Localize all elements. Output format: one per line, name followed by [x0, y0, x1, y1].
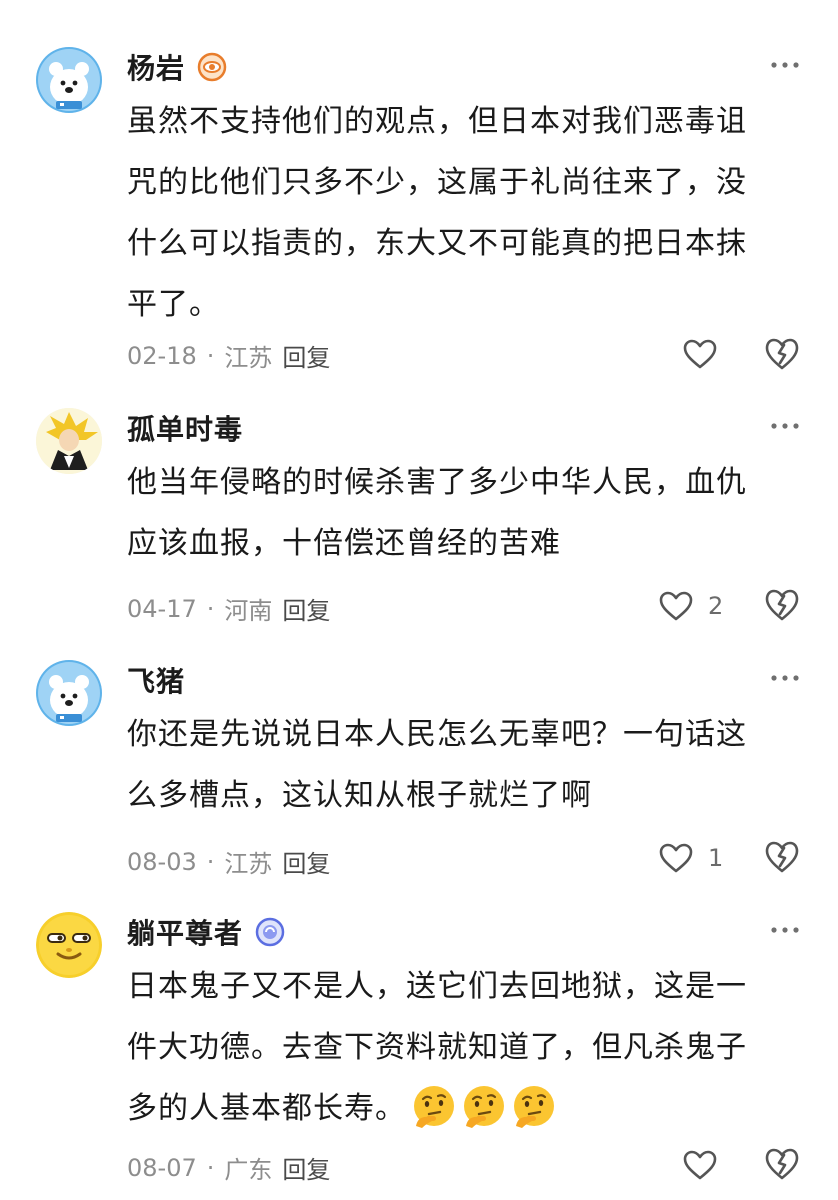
- like-count: 2: [708, 592, 724, 620]
- comment-meta: 08-07 · 广东 回复: [127, 1150, 330, 1185]
- username-row: 孤单时毒: [127, 408, 243, 448]
- broken-heart-icon[interactable]: [764, 587, 800, 623]
- separator: ·: [206, 341, 215, 370]
- comment-meta: 08-03 · 江苏 回复: [127, 844, 330, 879]
- username[interactable]: 杨岩: [127, 47, 185, 87]
- comment-date: 02-18: [127, 341, 197, 370]
- username[interactable]: 飞猪: [127, 660, 185, 700]
- thinking-face-emoji-icon: [410, 1084, 456, 1130]
- comment-location: 广东: [224, 1156, 273, 1184]
- polar-bear-avatar-icon: [36, 660, 102, 726]
- separator: ·: [206, 1153, 215, 1182]
- thinking-face-emoji-icon: [460, 1084, 506, 1130]
- avatar[interactable]: [36, 47, 102, 113]
- more-options-icon[interactable]: [770, 420, 800, 432]
- username[interactable]: 孤单时毒: [127, 408, 243, 448]
- comment-meta: 04-17 · 河南 回复: [127, 591, 330, 626]
- comment-location: 江苏: [224, 344, 273, 372]
- comment-line: 虽然不支持他们的观点，但日本对我们恶毒诅: [127, 104, 747, 139]
- heart-icon: [682, 1149, 718, 1181]
- like-count: 1: [708, 844, 724, 872]
- heart-icon: [658, 842, 694, 874]
- comment-location: 江苏: [224, 850, 273, 878]
- comment-text: 你还是先说说日本人民怎么无辜吧？一句话这 么多槽点，这认知从根子就烂了啊: [127, 704, 787, 826]
- username[interactable]: 躺平尊者: [127, 912, 243, 952]
- comment-line: 他当年侵略的时候杀害了多少中华人民，血仇: [127, 465, 747, 500]
- more-options-icon[interactable]: [770, 672, 800, 684]
- like-button[interactable]: [682, 334, 718, 374]
- comment-text: 日本鬼子又不是人，送它们去回地狱，这是一 件大功德。去查下资料就知道了，但凡杀鬼…: [127, 956, 787, 1139]
- comment-line: 你还是先说说日本人民怎么无辜吧？一句话这: [127, 717, 747, 752]
- more-options-icon[interactable]: [770, 924, 800, 936]
- anime-character-avatar-icon: [36, 408, 102, 474]
- heart-icon: [658, 590, 694, 622]
- avatar[interactable]: [36, 408, 102, 474]
- broken-heart-icon[interactable]: [764, 839, 800, 875]
- username-row: 躺平尊者: [127, 912, 285, 952]
- smug-face-avatar-icon: [36, 912, 102, 978]
- eye-badge-icon: [197, 52, 227, 82]
- polar-bear-avatar-icon: [36, 47, 102, 113]
- username-row: 杨岩: [127, 47, 227, 87]
- broken-heart-icon[interactable]: [764, 1146, 800, 1182]
- reply-button[interactable]: 回复: [282, 1150, 330, 1185]
- like-button[interactable]: 2: [658, 586, 723, 626]
- heart-icon: [682, 338, 718, 370]
- comment-text: 虽然不支持他们的观点，但日本对我们恶毒诅 咒的比他们只多不少，这属于礼尚往来了，…: [127, 91, 787, 335]
- comment-line: 什么可以指责的，东大又不可能真的把日本抹: [127, 226, 747, 261]
- broken-heart-icon[interactable]: [764, 336, 800, 372]
- reply-button[interactable]: 回复: [282, 591, 330, 626]
- separator: ·: [206, 594, 215, 623]
- comment-line: 么多槽点，这认知从根子就烂了啊: [127, 778, 592, 813]
- comment-line: 应该血报，十倍偿还曾经的苦难: [127, 526, 561, 561]
- thinking-face-emoji-icon: [510, 1084, 556, 1130]
- avatar[interactable]: [36, 660, 102, 726]
- reply-button[interactable]: 回复: [282, 338, 330, 373]
- separator: ·: [206, 847, 215, 876]
- comment-meta: 02-18 · 江苏 回复: [127, 338, 330, 373]
- comment-date: 04-17: [127, 594, 197, 623]
- comment-line: 日本鬼子又不是人，送它们去回地狱，这是一: [127, 969, 747, 1004]
- comment-text: 他当年侵略的时候杀害了多少中华人民，血仇 应该血报，十倍偿还曾经的苦难: [127, 452, 787, 574]
- more-options-icon[interactable]: [770, 59, 800, 71]
- username-row: 飞猪: [127, 660, 185, 700]
- comment-line: 件大功德。去查下资料就知道了，但凡杀鬼子: [127, 1030, 747, 1065]
- comment-date: 08-03: [127, 847, 197, 876]
- avatar[interactable]: [36, 912, 102, 978]
- comment-date: 08-07: [127, 1153, 197, 1182]
- comment-line: 多的人基本都长寿。: [127, 1091, 406, 1126]
- comment-line: 平了。: [127, 287, 220, 322]
- comment-line: 咒的比他们只多不少，这属于礼尚往来了，没: [127, 165, 747, 200]
- like-button[interactable]: [682, 1145, 718, 1185]
- like-button[interactable]: 1: [658, 838, 723, 878]
- reply-button[interactable]: 回复: [282, 844, 330, 879]
- blue-badge-icon: [255, 917, 285, 947]
- comment-location: 河南: [224, 597, 273, 625]
